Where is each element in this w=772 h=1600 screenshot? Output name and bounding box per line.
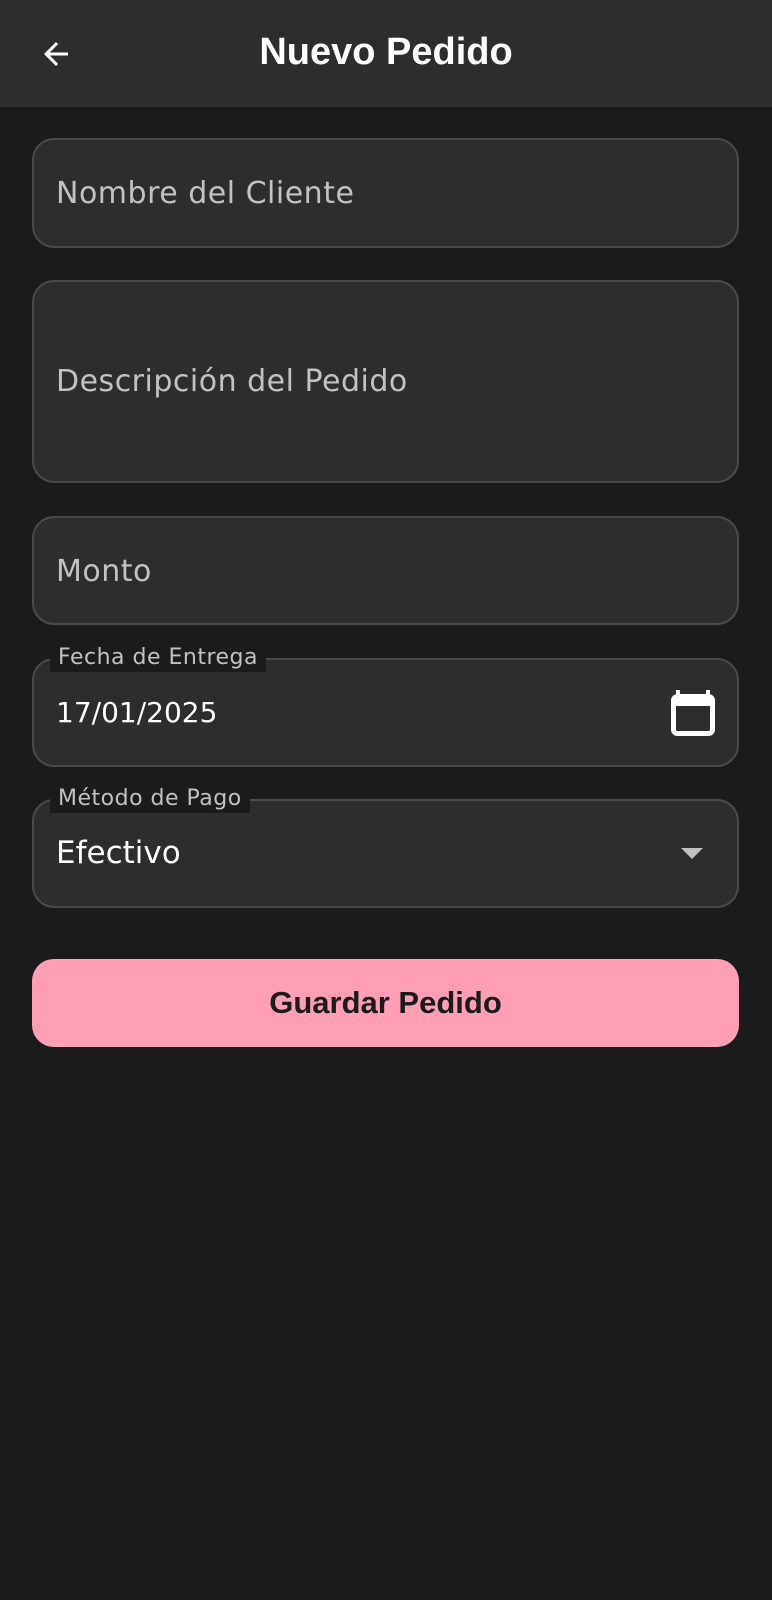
delivery-date-label: Fecha de Entrega [50, 644, 267, 672]
delivery-date-field[interactable]: Fecha de Entrega 17/01/2025 [32, 644, 739, 767]
save-order-button[interactable]: Guardar Pedido [32, 959, 739, 1047]
delivery-date-value: 17/01/2025 [56, 696, 218, 729]
arrow-back-icon [44, 42, 68, 66]
calendar-icon[interactable] [671, 690, 715, 736]
payment-method-label: Método de Pago [50, 785, 250, 813]
customer-name-field[interactable]: Nombre del Cliente [32, 138, 739, 248]
amount-placeholder: Monto [56, 554, 152, 589]
order-description-field[interactable]: Descripción del Pedido [32, 280, 739, 483]
back-button[interactable] [28, 26, 84, 82]
dropdown-arrow-icon [681, 848, 703, 859]
payment-method-select[interactable]: Método de Pago Efectivo [32, 785, 739, 908]
order-description-placeholder: Descripción del Pedido [56, 364, 408, 399]
amount-field[interactable]: Monto [32, 516, 739, 625]
payment-method-value: Efectivo [56, 835, 181, 871]
page-title: Nuevo Pedido [259, 31, 513, 73]
customer-name-placeholder: Nombre del Cliente [56, 176, 355, 211]
app-bar: Nuevo Pedido [0, 0, 772, 107]
